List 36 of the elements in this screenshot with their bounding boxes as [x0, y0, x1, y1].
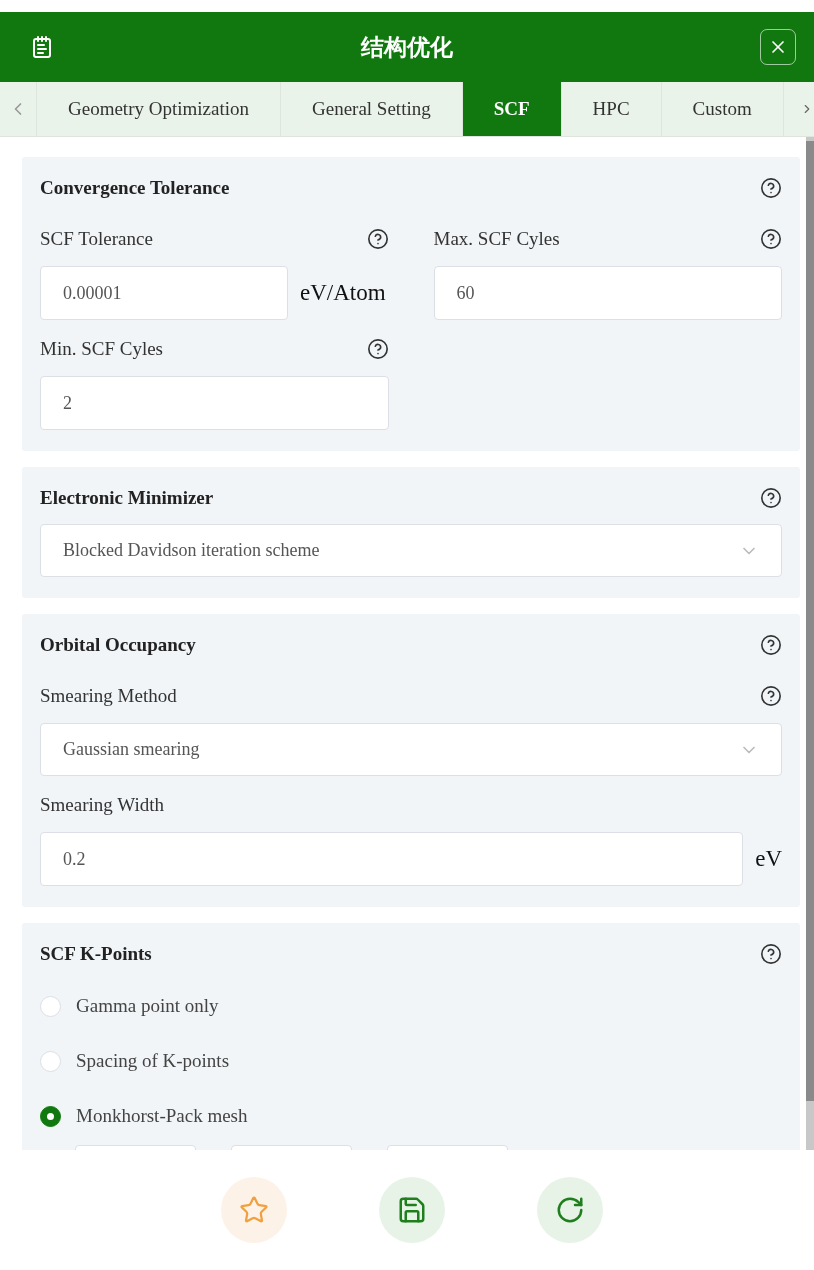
document-icon[interactable]	[30, 35, 54, 59]
input-field[interactable]: 60	[433, 266, 782, 320]
input-field[interactable]: 0.00001	[40, 266, 288, 320]
unit-label: eV	[755, 846, 782, 872]
field-label: Smearing Method	[40, 685, 177, 707]
unit-label: eV/Atom	[300, 280, 386, 306]
scrollbar[interactable]	[806, 137, 814, 1150]
help-icon[interactable]	[366, 228, 389, 250]
dialog-title: 结构优化	[361, 32, 453, 62]
help-icon[interactable]	[760, 487, 782, 509]
card-title: SCF K-Points	[40, 943, 152, 965]
help-icon[interactable]	[760, 685, 782, 707]
input-field[interactable]: 0.2	[40, 832, 744, 886]
help-icon[interactable]	[760, 943, 782, 965]
star-icon	[239, 1195, 269, 1225]
field-label: SCF Tolerance	[40, 228, 153, 250]
select-field[interactable]: Blocked Davidson iteration scheme	[40, 524, 782, 577]
rotate-icon	[555, 1195, 585, 1225]
field-label: Max. SCF Cyles	[433, 228, 560, 250]
close-button[interactable]	[760, 29, 796, 65]
help-icon[interactable]	[760, 634, 782, 656]
help-icon[interactable]	[760, 177, 782, 199]
field-label: Min. SCF Cyles	[40, 338, 163, 360]
help-icon[interactable]	[366, 338, 389, 360]
radio-label: Gamma point only	[76, 995, 219, 1017]
help-icon[interactable]	[760, 228, 782, 250]
card-title: Convergence Tolerance	[40, 177, 230, 199]
tab[interactable]: SCF	[462, 82, 562, 136]
radio-label: Spacing of K-points	[76, 1050, 230, 1072]
card-title: Orbital Occupancy	[40, 634, 196, 656]
radio-label: Monkhorst-Pack mesh	[76, 1105, 248, 1127]
input-field[interactable]: 2	[40, 376, 389, 430]
card-title: Electronic Minimizer	[40, 487, 214, 509]
radio-button[interactable]	[40, 1105, 61, 1127]
select-field[interactable]: Gaussian smearing	[40, 723, 782, 776]
field-label: Smearing Width	[40, 794, 164, 816]
